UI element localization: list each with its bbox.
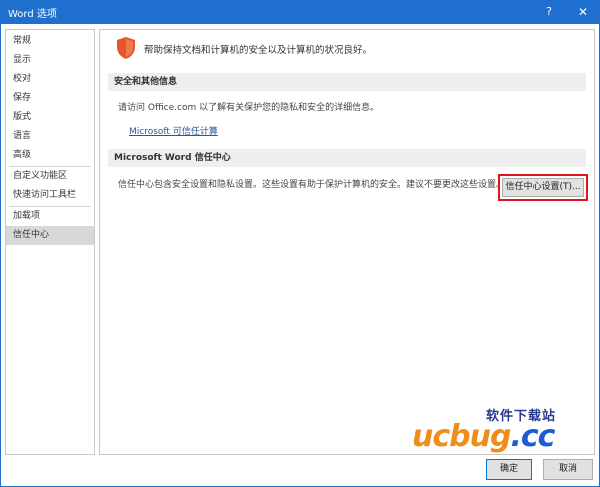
page-header: 帮助保持文档和计算机的安全以及计算机的状况良好。 [116,36,576,60]
cancel-button[interactable]: 取消 [543,459,593,480]
sidebar-item-advanced[interactable]: 高级 [6,146,94,165]
help-button[interactable]: ? [540,3,558,21]
sidebar-item-display[interactable]: 显示 [6,51,94,70]
sidebar-item-typography[interactable]: 版式 [6,108,94,127]
sidebar-item-save[interactable]: 保存 [6,89,94,108]
title-bar: Word 选项 ? ✕ [0,0,600,24]
section-security-title: 安全和其他信息 [108,73,586,91]
sidebar-item-trust-center[interactable]: 信任中心 [6,226,94,245]
close-button[interactable]: ✕ [574,3,592,21]
sidebar-item-language[interactable]: 语言 [6,127,94,146]
sidebar-item-proofing[interactable]: 校对 [6,70,94,89]
trustworthy-computing-link[interactable]: Microsoft 可信任计算 [129,124,218,137]
watermark-logo: 软件下载站 ucbug.cc [412,403,594,457]
window-title: Word 选项 [8,9,57,20]
sidebar-item-customize-ribbon[interactable]: 自定义功能区 [6,167,94,186]
highlight-box [498,174,588,201]
security-description: 请访问 Office.com 以了解有关保护您的隐私和安全的详细信息。 [118,103,380,113]
sidebar-item-general[interactable]: 常规 [6,32,94,51]
options-content: 帮助保持文档和计算机的安全以及计算机的状况良好。 安全和其他信息 请访问 Off… [99,29,595,455]
sidebar-item-quick-access-toolbar[interactable]: 快速访问工具栏 [6,186,94,205]
section-trust-center-title: Microsoft Word 信任中心 [108,149,586,167]
options-sidebar: 常规 显示 校对 保存 版式 语言 高级 自定义功能区 快速访问工具栏 加载项 … [5,29,95,455]
ok-button[interactable]: 确定 [486,459,532,480]
shield-icon [116,36,136,60]
sidebar-item-add-ins[interactable]: 加载项 [6,207,94,226]
page-description: 帮助保持文档和计算机的安全以及计算机的状况良好。 [144,45,373,56]
trust-center-description: 信任中心包含安全设置和隐私设置。这些设置有助于保护计算机的安全。建议不要更改这些… [118,180,506,190]
watermark-brand: ucbug.cc [412,419,555,454]
